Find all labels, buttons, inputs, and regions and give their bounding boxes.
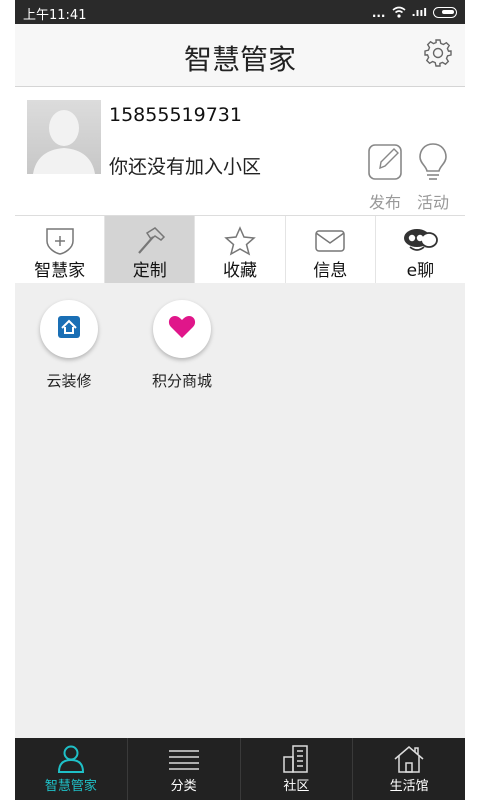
header-bar: 智慧管家 [15,24,465,87]
status-icons: ... .ııl [372,3,457,22]
profile-section: 15855519731 你还没有加入小区 发布 活动 [15,87,465,216]
more-dots: ... [371,5,386,20]
nav-community-label: 社区 [283,779,310,794]
nav-community[interactable]: 社区 [241,738,354,800]
app-screen: 上午11:41 ... .ııl 智慧管家 15855519731 你还没有加入… [15,0,465,800]
tab-echat[interactable]: e聊 [376,216,465,283]
nav-categories[interactable]: 分类 [128,738,241,800]
right-margin [465,0,480,800]
feature-points-mall-button[interactable] [153,300,211,358]
avatar[interactable] [27,100,101,174]
wifi-icon [391,3,406,22]
status-time: 上午11:41 [23,8,87,23]
tab-favorites-label: 收藏 [223,261,257,281]
signal-icon: .ııl [411,6,428,19]
community-status: 你还没有加入小区 [109,156,262,178]
feature-points-mall[interactable]: 积分商城 [132,300,232,391]
edit-icon [366,144,404,187]
feature-cloud-decoration-button[interactable] [40,300,98,358]
tab-custom-label: 定制 [132,261,167,281]
decoration-icon [57,315,81,343]
publish-button[interactable]: 发布 [363,141,407,213]
nav-life-hall-label: 生活馆 [389,779,429,794]
nav-life-hall[interactable]: 生活馆 [353,738,465,800]
nav-categories-label: 分类 [170,779,197,794]
battery-icon [433,7,457,18]
feature-tabs: 智慧家 定制 收藏 信息 e聊 [15,216,465,283]
nav-smart-manager[interactable]: 智慧管家 [15,738,128,800]
tab-favorites[interactable]: 收藏 [195,216,286,283]
phone-number: 15855519731 [109,104,242,126]
tab-echat-label: e聊 [406,261,435,281]
tab-smart-home-label: 智慧家 [34,261,86,281]
bottom-nav: 智慧管家 分类 社区 生活馆 [15,738,465,800]
activity-label: 活动 [416,193,449,212]
activity-button[interactable]: 活动 [411,141,455,213]
feature-points-mall-label: 积分商城 [151,372,212,390]
tab-custom[interactable]: 定制 [105,216,196,283]
tab-messages[interactable]: 信息 [286,216,376,283]
publish-label: 发布 [368,193,401,212]
left-margin [0,0,15,800]
heart-icon [168,315,196,343]
tab-smart-home[interactable]: 智慧家 [15,216,106,283]
feature-cloud-decoration[interactable]: 云装修 [19,300,119,391]
feature-grid: 云装修 积分商城 [15,284,465,738]
page-title: 智慧管家 [183,43,296,76]
nav-smart-manager-label: 智慧管家 [44,779,97,794]
lightbulb-icon [414,143,452,187]
tab-messages-label: 信息 [313,261,348,281]
feature-cloud-decoration-label: 云装修 [46,372,92,390]
status-bar: 上午11:41 ... .ııl [15,0,465,24]
settings-gear-icon[interactable] [423,38,453,68]
